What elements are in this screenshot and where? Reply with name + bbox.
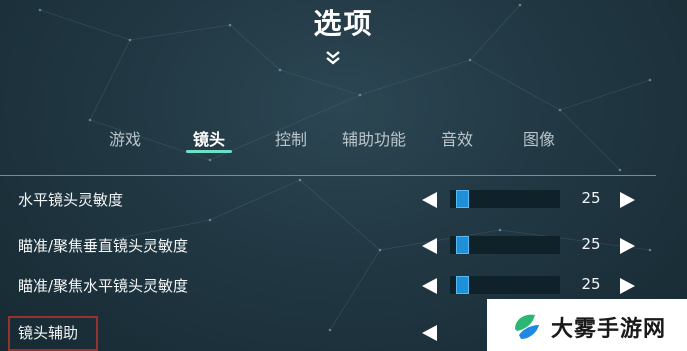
setting-value: 25 — [581, 189, 601, 207]
setting-row-aim-horizontal-sensitivity: 瞄准/聚焦水平镜头灵敏度 25 — [0, 271, 687, 301]
arrow-left-icon[interactable] — [422, 278, 437, 294]
slider-thumb[interactable] — [456, 276, 469, 294]
setting-value: 25 — [581, 235, 601, 253]
slider-thumb[interactable] — [456, 190, 469, 208]
watermark-text: 大雾手游网 — [551, 317, 667, 342]
page-title: 选项 — [313, 7, 374, 40]
arrow-left-icon[interactable] — [422, 325, 437, 341]
sensitivity-slider[interactable] — [450, 190, 560, 208]
tab-camera[interactable]: 镜头 — [187, 126, 231, 152]
setting-label: 瞄准/聚焦垂直镜头灵敏度 — [18, 237, 189, 255]
setting-row-aim-vertical-sensitivity: 瞄准/聚焦垂直镜头灵敏度 25 — [0, 231, 687, 261]
arrow-left-icon[interactable] — [422, 238, 437, 254]
slider-thumb[interactable] — [456, 236, 469, 254]
active-tab-indicator — [186, 150, 232, 153]
tab-controls[interactable]: 控制 — [270, 126, 312, 152]
setting-row-horizontal-sensitivity: 水平镜头灵敏度 25 — [0, 185, 687, 215]
setting-label: 水平镜头灵敏度 — [18, 191, 124, 209]
tab-graphics[interactable]: 图像 — [518, 126, 560, 152]
divider — [0, 175, 656, 176]
watermark-leaf-icon — [515, 314, 539, 339]
sensitivity-slider[interactable] — [450, 276, 560, 294]
arrow-right-icon[interactable] — [620, 192, 635, 208]
tab-bar: 游戏 镜头 控制 辅助功能 音效 图像 — [0, 126, 687, 156]
arrow-left-icon[interactable] — [422, 192, 437, 208]
corner-stamp — [8, 316, 98, 351]
setting-value: 25 — [581, 275, 601, 293]
tab-game[interactable]: 游戏 — [104, 126, 146, 152]
sensitivity-slider[interactable] — [450, 236, 560, 254]
arrow-right-icon[interactable] — [620, 238, 635, 254]
tab-audio[interactable]: 音效 — [436, 126, 478, 152]
double-chevron-down-icon[interactable] — [324, 50, 342, 66]
watermark-logo: 大雾手游网 — [487, 299, 687, 351]
tab-accessibility[interactable]: 辅助功能 — [336, 126, 412, 152]
setting-label: 瞄准/聚焦水平镜头灵敏度 — [18, 277, 189, 295]
arrow-right-icon[interactable] — [620, 278, 635, 294]
